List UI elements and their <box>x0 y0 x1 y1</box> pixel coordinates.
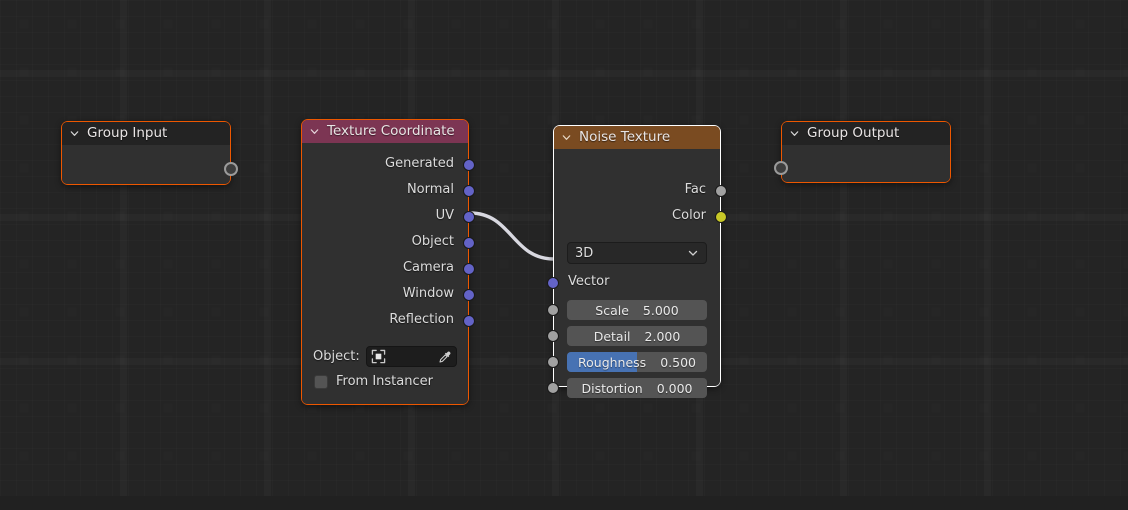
node-title: Texture Coordinate <box>327 123 455 139</box>
from-instancer-row[interactable]: From Instancer <box>314 374 433 389</box>
socket-out-reflection[interactable] <box>463 315 475 327</box>
socket-label-generated: Generated <box>385 156 454 171</box>
scale-label: Scale <box>595 302 629 318</box>
socket-label-reflection: Reflection <box>389 312 454 327</box>
socket-label-color: Color <box>672 208 706 223</box>
node-title: Noise Texture <box>579 129 671 145</box>
node-body-group-output <box>774 145 950 182</box>
node-group-input[interactable]: Group Input <box>61 121 238 185</box>
detail-value: 2.000 <box>644 328 681 344</box>
socket-in-scale[interactable] <box>547 304 559 316</box>
chevron-down-icon[interactable] <box>687 247 699 259</box>
node-body-texture-coordinate: Generated Normal UV Object Camera Window… <box>302 143 475 404</box>
socket-label-normal: Normal <box>406 182 454 197</box>
scale-value: 5.000 <box>642 302 679 318</box>
node-header-group-input[interactable]: Group Input <box>62 122 230 145</box>
socket-group-output-virtual-in[interactable] <box>774 161 788 175</box>
from-instancer-label: From Instancer <box>336 374 433 389</box>
socket-label-window: Window <box>402 286 454 301</box>
from-instancer-checkbox[interactable] <box>314 374 328 389</box>
dimensions-dropdown[interactable]: 3D <box>567 242 707 264</box>
socket-out-generated[interactable] <box>463 159 475 171</box>
chevron-down-icon[interactable] <box>309 126 320 137</box>
socket-out-fac[interactable] <box>715 185 727 197</box>
object-data-icon <box>371 349 385 364</box>
editor-bottom-strip <box>0 496 1128 510</box>
node-title: Group Output <box>807 125 900 141</box>
distortion-value: 0.000 <box>656 380 693 396</box>
socket-in-distortion[interactable] <box>547 382 559 394</box>
link-uv-to-vector <box>468 211 556 261</box>
socket-label-object: Object <box>411 234 454 249</box>
socket-label-fac: Fac <box>684 182 706 197</box>
chevron-down-icon[interactable] <box>789 128 800 139</box>
node-title: Group Input <box>87 125 168 141</box>
socket-out-window[interactable] <box>463 289 475 301</box>
socket-label-vector: Vector <box>568 274 610 289</box>
node-header-noise-texture[interactable]: Noise Texture <box>554 126 720 149</box>
roughness-value-field[interactable]: Roughness 0.500 <box>567 352 707 372</box>
socket-out-normal[interactable] <box>463 185 475 197</box>
distortion-label: Distortion <box>581 380 643 396</box>
socket-out-object[interactable] <box>463 237 475 249</box>
object-field-row: Object: <box>313 346 457 367</box>
node-texture-coordinate[interactable]: Texture Coordinate Generated Normal UV O… <box>301 119 475 405</box>
socket-label-uv: UV <box>435 208 454 223</box>
detail-value-field[interactable]: Detail 2.000 <box>567 326 707 346</box>
scale-value-field[interactable]: Scale 5.000 <box>567 300 707 320</box>
socket-label-camera: Camera <box>402 260 454 275</box>
object-field-label: Object: <box>313 349 360 364</box>
detail-label: Detail <box>593 328 631 344</box>
socket-out-uv[interactable] <box>463 211 475 223</box>
node-header-texture-coordinate[interactable]: Texture Coordinate <box>302 120 468 143</box>
roughness-label: Roughness <box>578 354 647 370</box>
socket-in-detail[interactable] <box>547 330 559 342</box>
node-header-group-output[interactable]: Group Output <box>782 122 950 145</box>
chevron-down-icon[interactable] <box>69 128 80 139</box>
socket-in-vector[interactable] <box>547 277 559 289</box>
node-group-output[interactable]: Group Output <box>774 121 951 183</box>
socket-out-camera[interactable] <box>463 263 475 275</box>
node-noise-texture[interactable]: Noise Texture Fac Color 3D Vector Scale … <box>547 125 727 398</box>
roughness-value: 0.500 <box>660 354 696 370</box>
node-body-noise-texture: Fac Color 3D Vector Scale 5.000 Detail 2… <box>547 149 727 398</box>
distortion-value-field[interactable]: Distortion 0.000 <box>567 378 707 398</box>
socket-out-color[interactable] <box>715 211 727 223</box>
dimensions-dropdown-value: 3D <box>575 245 594 261</box>
chevron-down-icon[interactable] <box>561 132 572 143</box>
node-editor-canvas[interactable]: Group Input Texture Coordinate Generated… <box>0 0 1128 510</box>
socket-group-input-virtual-out[interactable] <box>224 162 238 176</box>
socket-in-roughness[interactable] <box>547 356 559 368</box>
node-body-group-input <box>62 145 238 184</box>
object-picker-input[interactable] <box>365 346 457 367</box>
eyedropper-icon[interactable] <box>438 350 452 364</box>
